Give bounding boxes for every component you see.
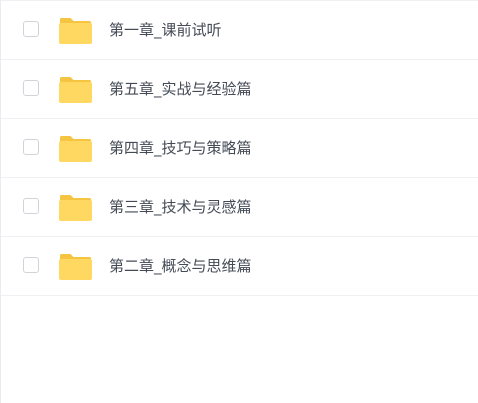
folder-icon (59, 136, 92, 162)
folder-name[interactable]: 第五章_实战与经验篇 (109, 60, 252, 118)
folder-icon (59, 18, 92, 44)
folder-name[interactable]: 第二章_概念与思维篇 (109, 237, 252, 295)
folder-row[interactable]: 第一章_课前试听 (1, 1, 478, 60)
folder-row[interactable]: 第三章_技术与灵感篇 (1, 178, 478, 237)
folder-icon (59, 254, 92, 280)
folder-icon (59, 77, 92, 103)
file-list-panel: 第一章_课前试听 第五章_实战与经验篇 第四章_技巧与策略篇 第三章_技术与灵感… (0, 0, 478, 403)
checkbox-icon[interactable] (23, 257, 39, 273)
folder-row[interactable]: 第四章_技巧与策略篇 (1, 119, 478, 178)
checkbox-icon[interactable] (23, 80, 39, 96)
checkbox-icon[interactable] (23, 139, 39, 155)
folder-row[interactable]: 第二章_概念与思维篇 (1, 237, 478, 296)
folder-name[interactable]: 第三章_技术与灵感篇 (109, 178, 252, 236)
folder-icon (59, 195, 92, 221)
folder-row[interactable]: 第五章_实战与经验篇 (1, 60, 478, 119)
checkbox-icon[interactable] (23, 21, 39, 37)
folder-list: 第一章_课前试听 第五章_实战与经验篇 第四章_技巧与策略篇 第三章_技术与灵感… (1, 1, 478, 296)
folder-name[interactable]: 第一章_课前试听 (109, 1, 222, 59)
folder-name[interactable]: 第四章_技巧与策略篇 (109, 119, 252, 177)
checkbox-icon[interactable] (23, 198, 39, 214)
